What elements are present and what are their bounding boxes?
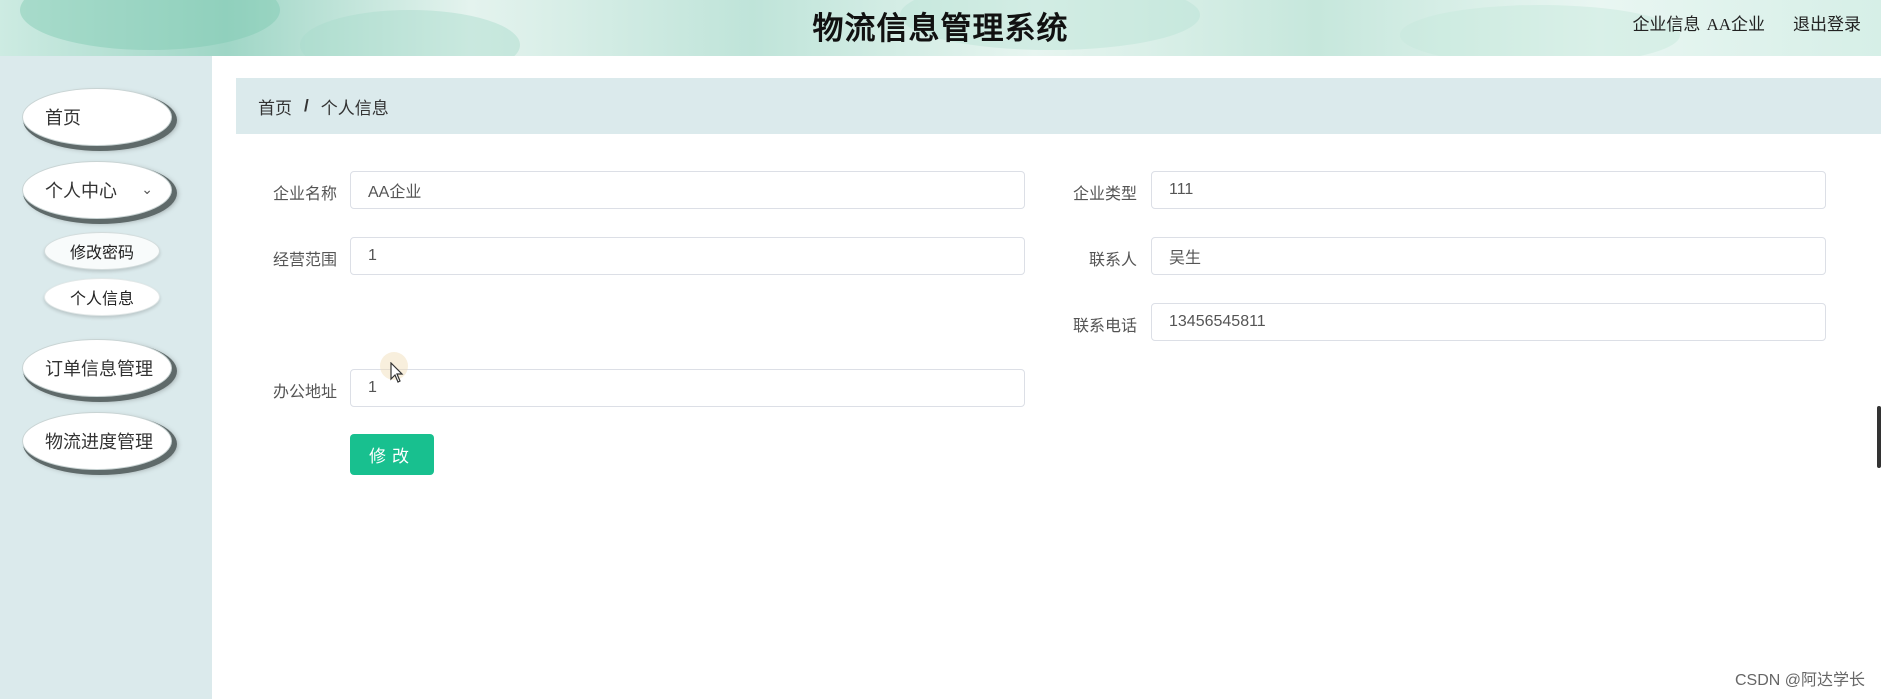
company-type-input[interactable] xyxy=(1151,171,1826,209)
sidebar-item-label: 订单信息管理 xyxy=(45,359,153,379)
office-address-label: 办公地址 xyxy=(272,384,337,401)
submit-button[interactable]: 修改 xyxy=(350,434,434,475)
user-name: AA企业 xyxy=(1706,15,1765,34)
app-title: 物流信息管理系统 xyxy=(812,11,1069,47)
business-scope-input[interactable] xyxy=(350,237,1025,275)
breadcrumb: 首页 / 个人信息 xyxy=(236,78,1881,134)
sidebar-item-label: 个人中心 xyxy=(45,181,117,201)
user-info-label: 企业信息 xyxy=(1632,15,1701,34)
contact-phone-input[interactable] xyxy=(1151,303,1826,341)
company-type-label: 企业类型 xyxy=(1072,186,1137,203)
sidebar-item-home[interactable]: 首页 xyxy=(22,88,172,146)
contact-person-input[interactable] xyxy=(1151,237,1826,275)
business-scope-label: 经营范围 xyxy=(272,252,337,269)
watermark: CSDN @阿达学长 xyxy=(1734,672,1865,689)
sidebar-item-logistics-progress[interactable]: 物流进度管理 xyxy=(22,412,172,470)
user-area: 企业信息 AA企业 退出登录 xyxy=(1632,10,1861,35)
mouse-cursor-icon xyxy=(390,362,404,383)
sidebar-item-label: 物流进度管理 xyxy=(45,432,153,452)
office-address-input[interactable] xyxy=(350,369,1025,407)
sidebar-item-order-management[interactable]: 订单信息管理 xyxy=(22,339,172,397)
breadcrumb-separator: / xyxy=(304,96,309,115)
sidebar: 首页 个人中心 ⌄ 修改密码 个人信息 订单信息管理 物流进度管理 xyxy=(0,56,212,699)
app-header: 物流信息管理系统 企业信息 AA企业 退出登录 xyxy=(0,0,1881,56)
sidebar-item-label: 首页 xyxy=(45,108,81,128)
sidebar-item-personal-center[interactable]: 个人中心 ⌄ xyxy=(22,161,172,219)
company-name-label: 企业名称 xyxy=(272,186,337,203)
scrollbar-thumb[interactable] xyxy=(1877,406,1881,468)
breadcrumb-current: 个人信息 xyxy=(320,98,389,118)
chevron-down-icon: ⌄ xyxy=(141,183,153,198)
company-name-input[interactable] xyxy=(350,171,1025,209)
sidebar-subitem-label: 修改密码 xyxy=(69,245,134,262)
sidebar-subitem-personal-info[interactable]: 个人信息 xyxy=(44,278,160,316)
breadcrumb-home[interactable]: 首页 xyxy=(258,94,292,119)
sidebar-subitem-change-password[interactable]: 修改密码 xyxy=(44,232,160,270)
sidebar-subitem-label: 个人信息 xyxy=(69,291,134,308)
logout-button[interactable]: 退出登录 xyxy=(1793,10,1861,35)
contact-phone-label: 联系电话 xyxy=(1072,318,1137,335)
contact-person-label: 联系人 xyxy=(1088,252,1137,269)
